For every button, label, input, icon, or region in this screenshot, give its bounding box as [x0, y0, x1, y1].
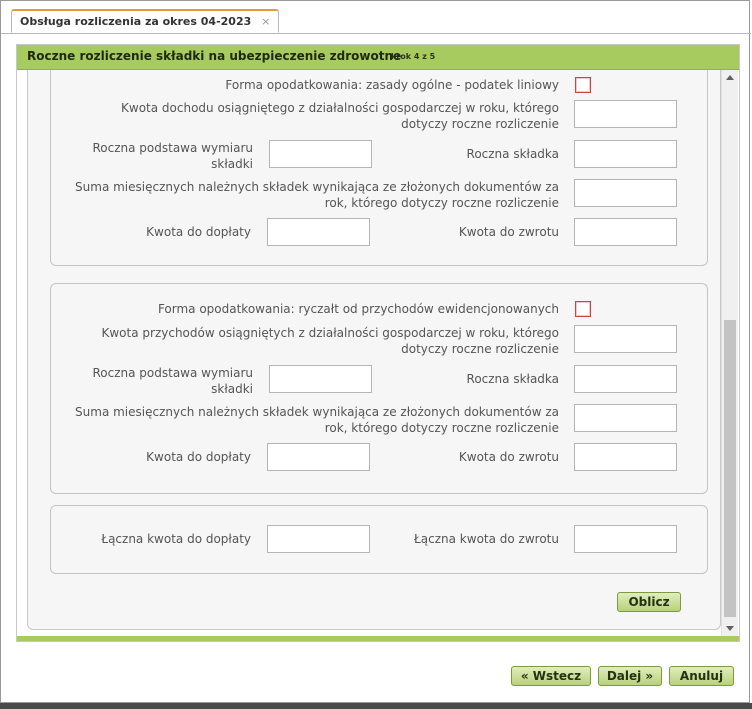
scroll-up-icon[interactable]: [726, 75, 734, 80]
surcharge-input[interactable]: [267, 443, 370, 471]
refund-input[interactable]: [574, 443, 677, 471]
monthly-sum-label: Suma miesięcznych należnych składek wyni…: [75, 180, 559, 210]
calculate-button[interactable]: Oblicz: [617, 592, 681, 612]
total-surcharge-label: Łączna kwota do dopłaty: [101, 532, 251, 546]
section-flat-rate: Forma opodatkowania: ryczałt od przychod…: [50, 283, 708, 494]
tab-strip: Obsługa rozliczenia za okres 04-2023 ×: [1, 1, 751, 34]
monthly-sum-input[interactable]: [574, 179, 677, 207]
back-button[interactable]: « Wstecz: [511, 666, 591, 686]
total-surcharge-input[interactable]: [267, 525, 370, 553]
tab-settlement[interactable]: Obsługa rozliczenia za okres 04-2023 ×: [11, 9, 280, 33]
panel-body: Forma opodatkowania: zasady ogólne - pod…: [17, 70, 739, 636]
bottom-edge: [0, 703, 752, 709]
monthly-sum-label: Suma miesięcznych należnych składek wyni…: [75, 405, 559, 435]
surcharge-label: Kwota do dopłaty: [146, 450, 251, 464]
total-refund-label: Łączna kwota do zwrotu: [414, 532, 559, 546]
base-input[interactable]: [269, 140, 372, 168]
annual-contribution-input[interactable]: [574, 365, 677, 393]
annual-contribution-label: Roczna składka: [466, 372, 559, 386]
refund-label: Kwota do zwrotu: [458, 225, 559, 239]
panel-footer-bar: [17, 636, 739, 641]
surcharge-input[interactable]: [267, 218, 370, 246]
scroll-content: Forma opodatkowania: zasady ogólne - pod…: [27, 70, 721, 630]
surcharge-label: Kwota do dopłaty: [146, 225, 251, 239]
total-refund-input[interactable]: [574, 525, 677, 553]
revenue-label: Kwota przychodów osiągniętych z działaln…: [101, 326, 560, 356]
form-label-flat-rate: Forma opodatkowania: ryczałt od przychod…: [157, 302, 559, 316]
form-label-general: Forma opodatkowania: zasady ogólne - pod…: [225, 78, 559, 92]
base-input[interactable]: [269, 365, 372, 393]
scrollbar-thumb[interactable]: [724, 320, 736, 617]
refund-label: Kwota do zwrotu: [458, 450, 559, 464]
checkbox-flat-rate[interactable]: [575, 301, 591, 317]
refund-input[interactable]: [574, 218, 677, 246]
revenue-input[interactable]: [574, 325, 677, 353]
cancel-button[interactable]: Anuluj: [669, 666, 734, 686]
checkbox-general-rules[interactable]: [575, 77, 591, 93]
annual-contribution-label: Roczna składka: [466, 147, 559, 161]
income-input[interactable]: [574, 100, 677, 128]
base-label: Roczna podstawa wymiaru składki: [92, 141, 253, 171]
next-button[interactable]: Dalej »: [598, 666, 662, 686]
monthly-sum-input[interactable]: [574, 404, 677, 432]
wizard-panel: Roczne rozliczenie składki na ubezpiecze…: [16, 44, 740, 642]
dialog-window: Obsługa rozliczenia za okres 04-2023 × R…: [0, 0, 751, 703]
income-label: Kwota dochodu osiągniętego z działalnośc…: [121, 101, 559, 131]
tab-label: Obsługa rozliczenia za okres 04-2023: [20, 15, 252, 28]
step-indicator: krok 4 z 5: [391, 52, 436, 61]
vertical-scrollbar[interactable]: [721, 70, 738, 636]
base-label: Roczna podstawa wymiaru składki: [92, 366, 253, 396]
panel-title: Roczne rozliczenie składki na ubezpiecze…: [27, 49, 402, 63]
section-general-rules: Forma opodatkowania: zasady ogólne - pod…: [50, 70, 708, 266]
close-icon[interactable]: ×: [261, 15, 270, 28]
annual-contribution-input[interactable]: [574, 140, 677, 168]
panel-header: Roczne rozliczenie składki na ubezpiecze…: [17, 45, 739, 70]
scroll-down-icon[interactable]: [726, 626, 734, 631]
section-totals: Łączna kwota do dopłaty Łączna kwota do …: [50, 505, 708, 574]
